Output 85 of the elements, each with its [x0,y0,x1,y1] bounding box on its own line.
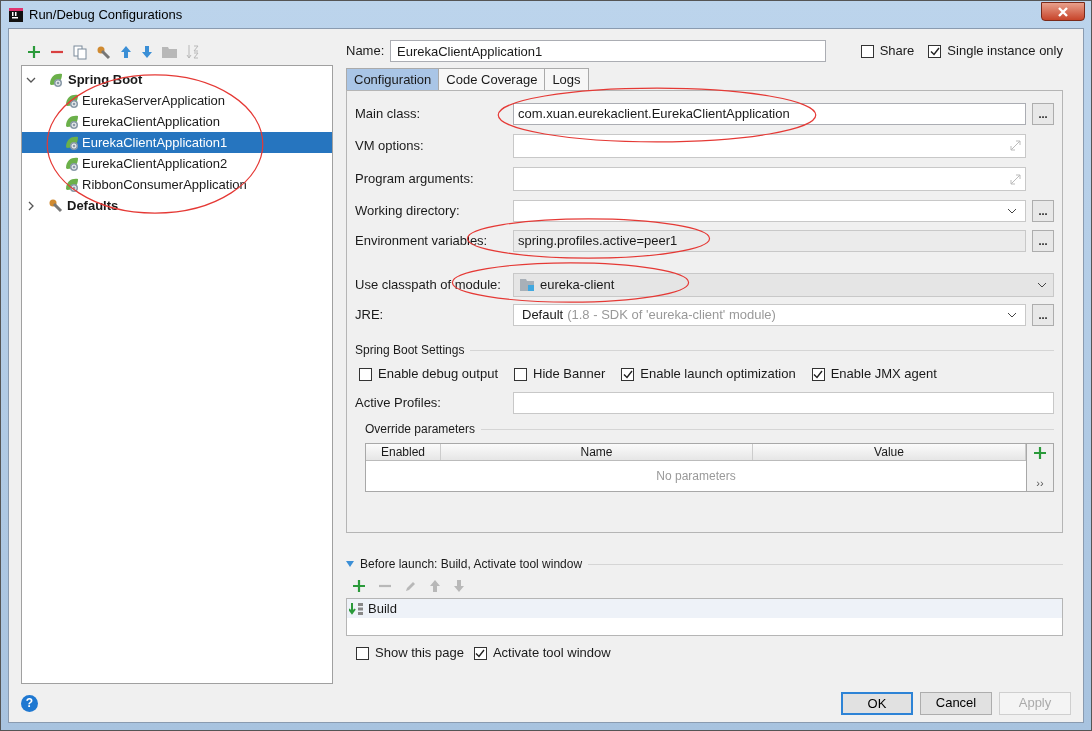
column-header[interactable]: Value [753,444,1026,460]
checkbox[interactable] [514,367,527,381]
dropdown[interactable]: eureka-client [513,273,1054,297]
add-icon[interactable] [352,579,366,593]
checkbox[interactable] [928,44,942,58]
wrench-icon [48,198,63,213]
check-icon [813,369,824,379]
close-icon [1057,6,1069,17]
spring-boot-icon [64,155,80,172]
spring-boot-icon [64,134,80,151]
browse-button[interactable]: ... [1032,230,1054,252]
tree-item[interactable]: EurekaServerApplication [22,90,332,111]
field-label: Main class: [355,104,422,123]
checkbox-label: Single instance only [947,42,1063,61]
checkbox-label: Enable JMX agent [830,365,937,384]
field-label: VM options: [355,136,425,155]
browse-button[interactable]: ... [1032,199,1054,222]
check-icon [929,46,940,56]
text-field[interactable] [513,392,1054,414]
section-title: Spring Boot Settings [355,342,465,359]
checkbox-label: Hide Banner [533,365,606,384]
help-button[interactable]: ? [21,694,38,712]
checkbox[interactable] [473,646,487,660]
spring-boot-icon [64,176,80,193]
tree-item[interactable]: EurekaClientApplication2 [22,153,332,174]
check-icon [622,369,633,379]
dropdown-value: eureka-client [540,276,616,295]
wrench-icon[interactable] [96,44,111,60]
field-label: Active Profiles: [355,394,442,413]
section-title: Before launch: Build, Activate tool window [360,556,583,573]
tab[interactable]: Code Coverage [438,68,546,90]
tree-item[interactable]: EurekaClientApplication1 [22,132,332,153]
checkbox[interactable] [811,367,825,381]
dialog-button[interactable]: Cancel [920,691,992,715]
down-arrow-icon[interactable] [141,45,153,59]
up-arrow-icon[interactable] [120,45,132,59]
close-button[interactable] [1041,2,1085,21]
field-label: JRE: [355,306,385,325]
field-label: Name: [346,42,384,61]
add-icon[interactable] [27,45,41,59]
module-icon [520,278,536,292]
checkbox[interactable] [356,646,369,660]
section-title: Override parameters [365,421,476,438]
browse-button[interactable]: ... [1032,102,1054,125]
tree-item[interactable]: EurekaClientApplication [22,111,332,132]
add-icon[interactable] [1033,446,1047,460]
checkbox-label: Activate tool window [492,644,611,663]
more-button[interactable]: ›› [1036,477,1044,489]
text-field[interactable] [513,133,1026,158]
checkbox-label: Enable launch optimization [640,365,796,384]
dialog-button[interactable]: OK [841,691,913,715]
task-item[interactable]: Build [347,599,1062,618]
text-field[interactable]: spring.profiles.active=peer1 [513,230,1026,252]
checkbox[interactable] [860,44,874,58]
checkbox-label: Show this page [375,644,464,663]
checkbox-label: Enable debug output [378,365,498,384]
text-field[interactable]: com.xuan.eurekaclient.EurekaClientApplication [513,102,1026,125]
column-header[interactable]: Enabled [366,444,441,460]
browse-button[interactable]: ... [1032,304,1054,326]
dropdown[interactable] [513,199,1026,222]
build-icon [349,601,365,616]
expand-icon[interactable] [1010,140,1021,151]
spring-boot-icon [48,71,64,88]
empty-text: No parameters [655,468,737,485]
tab[interactable]: Configuration [346,68,440,90]
text-field[interactable] [513,167,1026,191]
window-title: Run/Debug Configurations [29,5,183,24]
collapse-triangle-icon[interactable] [346,561,354,567]
spring-boot-icon [64,92,80,109]
field-label: Working directory: [355,201,461,220]
spring-boot-icon [64,113,80,130]
checkbox[interactable] [621,367,635,381]
check-icon [475,648,486,658]
column-header[interactable]: Name [441,444,753,460]
checkbox[interactable] [359,367,372,381]
dropdown[interactable]: Default (1.8 - SDK of 'eureka-client' module) [513,304,1026,326]
name-field[interactable]: EurekaClientApplication1 [390,40,826,62]
app-icon [9,7,23,22]
dropdown-value: Default (1.8 - SDK of 'eureka-client' module) [522,306,777,325]
tab[interactable]: Logs [544,68,589,90]
field-label: Program arguments: [355,170,475,189]
copy-icon[interactable] [73,44,87,60]
field-label: Use classpath of module: [355,276,502,295]
expand-icon[interactable] [1010,173,1021,185]
checkbox-label: Share [879,42,915,61]
